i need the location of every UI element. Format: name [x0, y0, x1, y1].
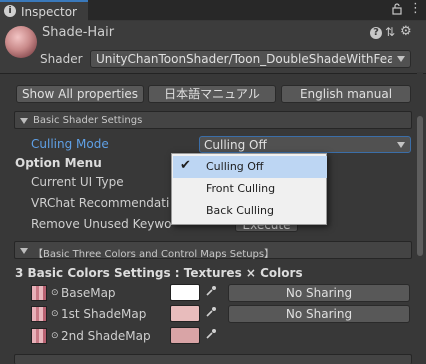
menu-item-culling-off[interactable]: ✔ Culling Off [173, 156, 327, 178]
object-picker-icon[interactable]: ⊙ [51, 288, 59, 298]
vrchat-recommendation-label: VRChat Recommendation [31, 196, 170, 210]
menu-item-label: Culling Off [206, 160, 264, 173]
culling-mode-label: Culling Mode [31, 137, 109, 151]
eyedropper-icon[interactable] [204, 328, 218, 342]
chevron-down-icon [397, 56, 405, 62]
material-preview-icon [5, 26, 37, 58]
1st-shademap-sharing-button[interactable]: No Sharing [228, 305, 410, 323]
next-section-header[interactable] [14, 354, 412, 364]
menu-icon[interactable]: ⋮ [409, 1, 422, 16]
lock-icon[interactable] [392, 3, 402, 18]
current-ui-type-label: Current UI Type [31, 175, 124, 189]
material-name: Shade-Hair [42, 25, 115, 40]
check-icon: ✔ [180, 158, 191, 173]
foldout-arrow-icon [20, 248, 28, 254]
shader-dropdown[interactable]: UnityChanToonShader/Toon_DoubleShadeWith… [90, 50, 411, 68]
tab-inspector[interactable]: i Inspector [0, 0, 88, 21]
culling-mode-value: Culling Off [204, 138, 267, 152]
object-picker-icon[interactable]: ⊙ [51, 309, 59, 319]
three-colors-subtitle: 3 Basic Colors Settings : Textures × Col… [15, 266, 303, 280]
2nd-shademap-label: 2nd ShadeMap [61, 329, 151, 343]
remove-unused-keywords-label: Remove Unused Keywo [31, 217, 172, 231]
eyedropper-icon[interactable] [204, 285, 218, 299]
2nd-shademap-texture-thumbnail[interactable] [31, 328, 47, 344]
english-manual-button[interactable]: English manual [281, 85, 411, 103]
menu-item-label: Front Culling [206, 182, 276, 195]
culling-mode-dropdown[interactable]: Culling Off [199, 136, 411, 153]
2nd-shademap-color-field[interactable] [170, 327, 200, 344]
three-colors-section-header[interactable]: 【Basic Three Colors and Control Maps Set… [14, 241, 412, 260]
1st-shademap-label: 1st ShadeMap [61, 307, 147, 321]
chevron-down-icon [397, 142, 405, 148]
section-title: Basic Shader Settings [33, 115, 143, 126]
show-all-properties-button[interactable]: Show All properties [16, 85, 144, 103]
basemap-label: BaseMap [61, 286, 116, 300]
shader-label: Shader [40, 52, 83, 66]
object-picker-icon[interactable]: ⊙ [51, 331, 59, 341]
basemap-texture-thumbnail[interactable] [31, 285, 47, 301]
1st-shademap-texture-thumbnail[interactable] [31, 306, 47, 322]
culling-mode-menu: ✔ Culling Off Front Culling Back Culling [171, 153, 327, 225]
basemap-sharing-button[interactable]: No Sharing [228, 284, 410, 302]
foldout-arrow-icon [20, 118, 28, 124]
1st-shademap-color-field[interactable] [170, 305, 200, 322]
section-title: 【Basic Three Colors and Control Maps Set… [33, 249, 275, 260]
japanese-manual-button[interactable]: 日本語マニュアル [148, 85, 276, 103]
basemap-color-field[interactable] [170, 284, 200, 301]
presets-icon[interactable]: ⇅ [385, 25, 395, 39]
menu-item-front-culling[interactable]: Front Culling [173, 178, 327, 200]
menu-item-label: Back Culling [206, 204, 274, 217]
menu-item-back-culling[interactable]: Back Culling [173, 200, 327, 222]
option-menu-heading: Option Menu [15, 156, 102, 170]
shader-value: UnityChanToonShader/Toon_DoubleShadeWith… [96, 52, 392, 66]
scrollbar-thumb[interactable] [417, 116, 423, 256]
eyedropper-icon[interactable] [204, 306, 218, 320]
help-icon[interactable]: ? [370, 27, 382, 39]
info-icon: i [4, 5, 16, 17]
settings-icon[interactable]: ⚙ [400, 24, 412, 39]
basic-shader-settings-header[interactable]: Basic Shader Settings [14, 111, 412, 129]
tab-label: Inspector [21, 5, 77, 19]
